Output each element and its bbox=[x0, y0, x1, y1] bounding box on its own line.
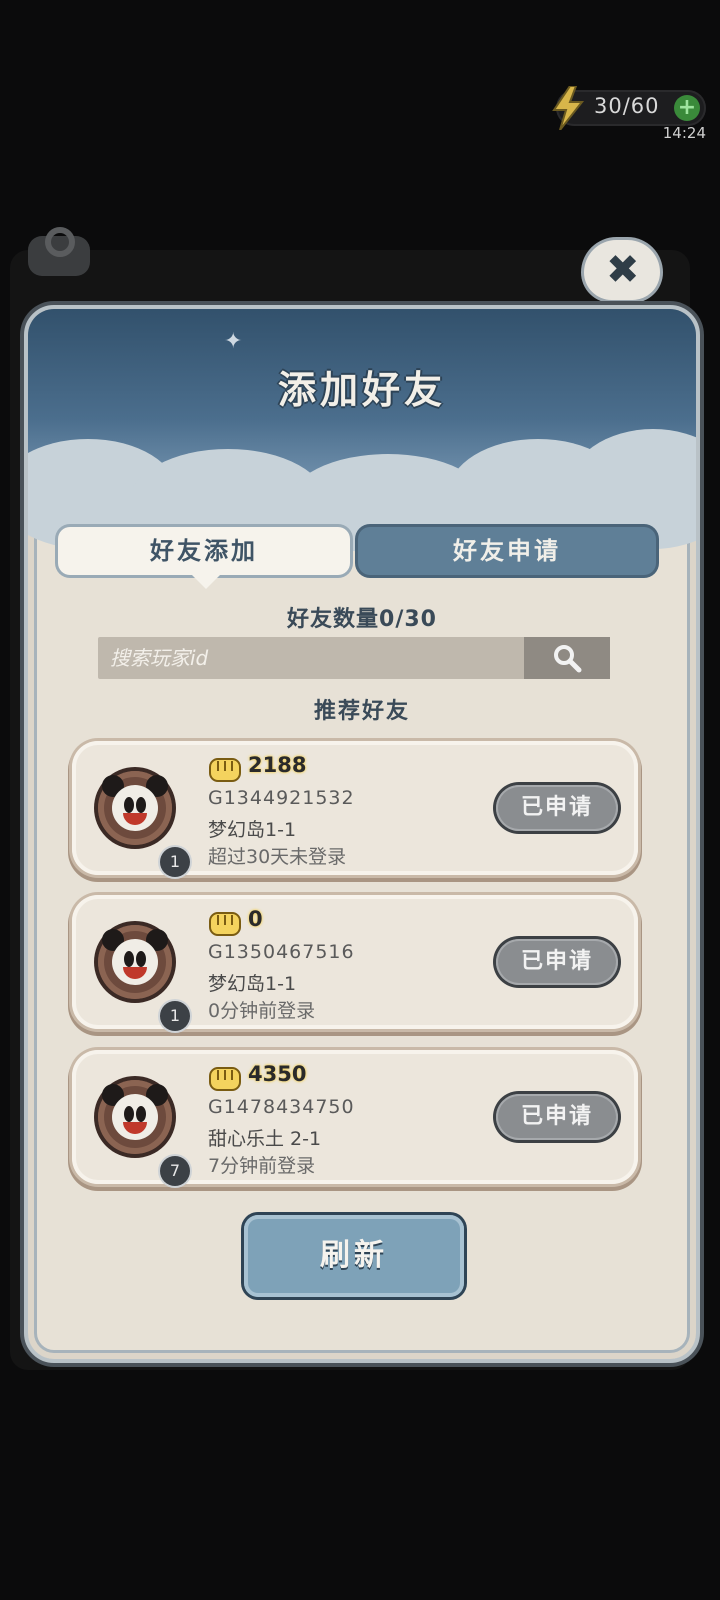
close-button[interactable]: ✖ bbox=[584, 240, 660, 300]
refresh-button[interactable]: 刷新 bbox=[244, 1215, 464, 1297]
add-friend-dialog: ✦ 添加好友 好友添加 好友申请 好友数量0/30 推荐好友 1 bbox=[24, 305, 700, 1363]
dialog-title: 添加好友 bbox=[277, 368, 446, 412]
player-id: G1344921532 bbox=[208, 787, 355, 809]
player-stage: 甜心乐土 2-1 bbox=[208, 1128, 322, 1150]
close-icon: ✖ bbox=[606, 247, 640, 293]
search-button[interactable] bbox=[524, 637, 610, 679]
avatar-mouth bbox=[123, 813, 147, 825]
player-id: G1478434750 bbox=[208, 1096, 355, 1118]
tab-label: 好友添加 bbox=[150, 537, 258, 565]
player-id: G1350467516 bbox=[208, 941, 355, 963]
applied-button[interactable]: 已申请 bbox=[496, 939, 618, 985]
avatar-face bbox=[112, 785, 158, 831]
tab-pointer bbox=[192, 575, 220, 589]
avatar-eye bbox=[136, 951, 146, 967]
avatar-eye bbox=[124, 1106, 134, 1122]
last-login: 7分钟前登录 bbox=[208, 1155, 316, 1177]
friend-count: 好友数量0/30 bbox=[287, 607, 437, 632]
energy-value: 30/60 bbox=[594, 94, 660, 118]
fist-icon bbox=[209, 912, 241, 936]
player-stage: 梦幻岛1-1 bbox=[208, 973, 297, 995]
energy-bar: 30/60 + bbox=[552, 86, 706, 130]
tab-label: 好友申请 bbox=[453, 537, 561, 565]
star-icon: ✦ bbox=[224, 329, 243, 354]
last-login: 0分钟前登录 bbox=[208, 1000, 316, 1022]
applied-button[interactable]: 已申请 bbox=[496, 785, 618, 831]
player-level: 1 bbox=[160, 847, 190, 877]
search-bar bbox=[98, 637, 610, 679]
player-avatar[interactable]: 1 bbox=[98, 771, 190, 877]
avatar-mouth bbox=[123, 967, 147, 979]
player-level: 7 bbox=[160, 1156, 190, 1186]
avatar-eye bbox=[124, 797, 134, 813]
fist-icon bbox=[209, 1067, 241, 1091]
lightning-icon bbox=[552, 86, 585, 130]
avatar-mouth bbox=[123, 1122, 147, 1134]
avatar-face bbox=[112, 1094, 158, 1140]
combat-power: 2188 bbox=[248, 753, 307, 777]
search-input[interactable] bbox=[98, 637, 530, 679]
player-avatar[interactable]: 7 bbox=[98, 1080, 190, 1186]
avatar-face bbox=[112, 939, 158, 985]
tab-friend-add[interactable]: 好友添加 bbox=[58, 527, 350, 589]
friend-card: 7 4350 G1478434750 甜心乐土 2-1 7分钟前登录 已申请 bbox=[72, 1050, 638, 1186]
friend-card: 1 0 G1350467516 梦幻岛1-1 0分钟前登录 已申请 bbox=[72, 895, 638, 1031]
player-level: 1 bbox=[160, 1001, 190, 1031]
friend-card: 1 2188 G1344921532 梦幻岛1-1 超过30天未登录 已申请 bbox=[72, 741, 638, 877]
dialog-header: ✦ 添加好友 bbox=[28, 309, 696, 559]
combat-power: 4350 bbox=[248, 1062, 307, 1086]
avatar-eye bbox=[136, 1106, 146, 1122]
add-energy-button[interactable]: + bbox=[674, 95, 700, 121]
applied-button[interactable]: 已申请 bbox=[496, 1094, 618, 1140]
search-icon bbox=[554, 645, 582, 673]
avatar-eye bbox=[136, 797, 146, 813]
player-avatar[interactable]: 1 bbox=[98, 925, 190, 1031]
fist-icon bbox=[209, 758, 241, 782]
clock: 14:24 bbox=[662, 124, 706, 142]
recommend-title: 推荐好友 bbox=[313, 699, 410, 724]
player-stage: 梦幻岛1-1 bbox=[208, 819, 297, 841]
clip-hanger-icon bbox=[28, 227, 90, 276]
combat-power: 0 bbox=[248, 907, 263, 931]
avatar-eye bbox=[124, 951, 134, 967]
last-login: 超过30天未登录 bbox=[208, 846, 347, 868]
tab-friend-request[interactable]: 好友申请 bbox=[358, 527, 656, 575]
